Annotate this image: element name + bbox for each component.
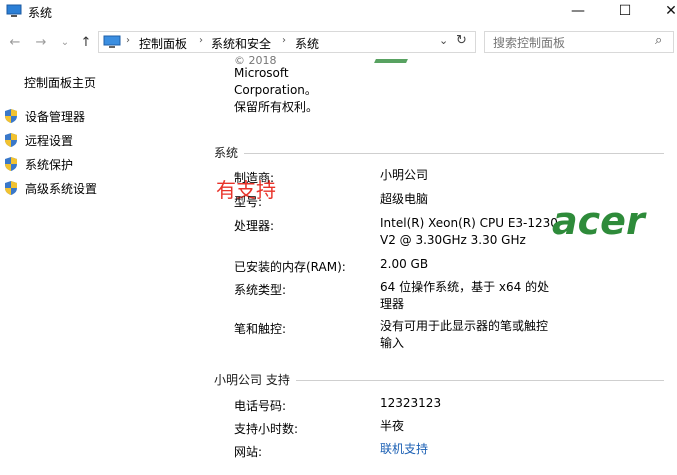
system-type-line: 64 位操作系统，基于 x64 的处 <box>380 280 550 294</box>
control-panel-home-link[interactable]: 控制面板主页 <box>24 74 96 91</box>
recent-locations-button[interactable]: ⌄ <box>56 33 74 51</box>
support-hours-value: 半夜 <box>380 419 405 433</box>
address-dropdown-icon[interactable]: ⌄ <box>439 34 448 47</box>
search-icon[interactable]: ⌕ <box>655 33 662 48</box>
copyright-line: 保留所有权利。 <box>234 100 319 114</box>
forward-button[interactable]: → <box>32 33 50 51</box>
ram-label: 已安装的内存(RAM): <box>234 260 346 274</box>
processor-line: V2 @ 3.30GHz 3.30 GHz <box>380 233 526 247</box>
copyright-line: Corporation。 <box>234 83 317 97</box>
maximize-button[interactable]: ☐ <box>602 0 648 22</box>
close-button[interactable]: ✕ <box>648 0 677 22</box>
navigation-bar: ← → ⌄ ↑ › 控制面板 › 系统和安全 › 系统 ⌄ ↻ ⌕ <box>0 28 677 56</box>
window-title: 系统 <box>28 6 53 20</box>
task-label: 系统保护 <box>25 157 74 172</box>
support-section-header: 小明公司 支持 <box>214 373 290 387</box>
shield-icon <box>5 181 17 195</box>
shield-icon <box>5 157 17 171</box>
section-divider <box>296 380 664 381</box>
task-label: 远程设置 <box>25 133 74 148</box>
windows-logo-fragment <box>374 59 408 63</box>
model-value: 超级电脑 <box>380 192 429 206</box>
system-type-label: 系统类型: <box>234 283 287 297</box>
online-support-link[interactable]: 联机支持 <box>380 441 428 458</box>
pen-touch-line: 输入 <box>380 336 405 350</box>
pen-touch-value: 没有可用于此显示器的笔或触控 输入 <box>380 318 548 352</box>
system-type-value: 64 位操作系统，基于 x64 的处 理器 <box>380 279 549 313</box>
search-input[interactable] <box>491 34 645 51</box>
support-hours-label: 支持小时数: <box>234 422 299 436</box>
back-button[interactable]: ← <box>6 33 24 51</box>
computer-icon <box>103 35 121 48</box>
task-label: 设备管理器 <box>25 109 86 124</box>
model-label: 型号: <box>234 195 263 209</box>
search-box[interactable]: ⌕ <box>484 31 674 53</box>
website-label: 网站: <box>234 445 263 459</box>
breadcrumb-separator: › <box>126 35 130 46</box>
copyright-year: © 2018 <box>234 56 277 65</box>
system-section-header: 系统 <box>214 146 239 160</box>
refresh-icon[interactable]: ↻ <box>456 33 467 48</box>
breadcrumb-system-security[interactable]: 系统和安全 <box>211 35 271 52</box>
processor-label: 处理器: <box>234 219 275 233</box>
processor-value: Intel(R) Xeon(R) CPU E3-1230 V2 @ 3.30GH… <box>380 215 558 249</box>
title-bar: 系统 — ☐ ✕ <box>0 0 677 24</box>
left-pane: 控制面板主页 设备管理器 远程设置 系统保护 高级系统设置 <box>0 60 200 475</box>
acer-logo-text: acer <box>552 202 647 243</box>
system-type-line: 理器 <box>380 297 405 311</box>
shield-icon <box>5 109 17 123</box>
manufacturer-value: 小明公司 <box>380 168 429 182</box>
breadcrumb-separator: › <box>199 35 203 46</box>
copyright-line: Microsoft <box>234 66 289 80</box>
processor-line: Intel(R) Xeon(R) CPU E3-1230 <box>380 216 558 230</box>
shield-icon <box>5 133 17 147</box>
up-button[interactable]: ↑ <box>77 33 95 51</box>
phone-value: 12323123 <box>380 396 442 410</box>
acer-logo: acer <box>552 202 647 243</box>
breadcrumb-control-panel[interactable]: 控制面板 <box>139 35 187 52</box>
section-divider <box>244 153 664 154</box>
system-protection-link[interactable]: 系统保护 <box>4 155 73 173</box>
address-bar[interactable]: › 控制面板 › 系统和安全 › 系统 ⌄ ↻ <box>98 31 476 53</box>
windows-copyright: © 2018 Microsoft Corporation。 保留所有权利。 <box>234 56 318 116</box>
breadcrumb-system[interactable]: 系统 <box>295 35 319 52</box>
breadcrumb-separator: › <box>282 35 286 46</box>
ram-value: 2.00 GB <box>380 257 429 271</box>
advanced-system-settings-link[interactable]: 高级系统设置 <box>4 179 97 197</box>
task-label: 高级系统设置 <box>25 181 98 196</box>
system-app-icon <box>6 4 22 17</box>
pen-touch-line: 没有可用于此显示器的笔或触控 <box>380 319 549 333</box>
pen-touch-label: 笔和触控: <box>234 322 287 336</box>
minimize-button[interactable]: — <box>555 0 601 22</box>
system-info-pane: © 2018 Microsoft Corporation。 保留所有权利。 系统… <box>200 56 677 475</box>
device-manager-link[interactable]: 设备管理器 <box>4 107 85 125</box>
phone-label: 电话号码: <box>234 399 287 413</box>
remote-settings-link[interactable]: 远程设置 <box>4 131 73 149</box>
